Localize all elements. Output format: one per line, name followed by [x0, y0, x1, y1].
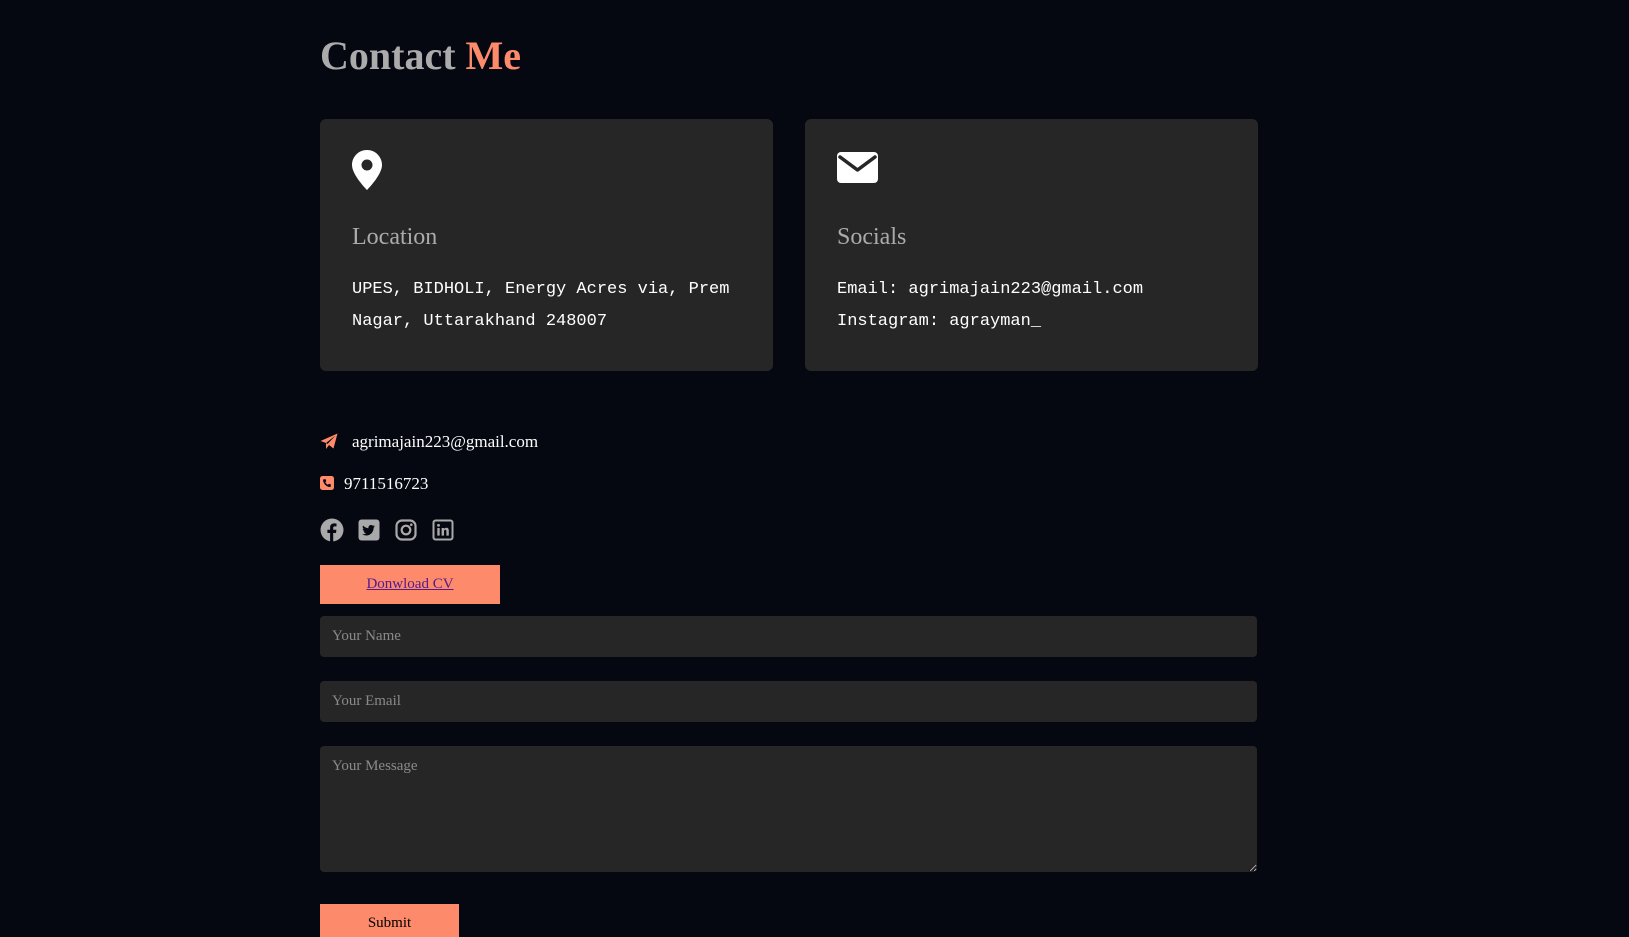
- phone-square-icon: [320, 476, 336, 492]
- page-title: Contact Me: [320, 30, 521, 82]
- title-main: Contact: [320, 33, 456, 78]
- message-textarea[interactable]: [320, 746, 1257, 872]
- socials-instagram-line: Instagram: agrayman_: [837, 312, 1042, 331]
- envelope-icon: [837, 150, 879, 192]
- address-line-2: Nagar, Uttarakhand 248007: [352, 312, 608, 331]
- email-input[interactable]: [320, 681, 1257, 722]
- contact-phone[interactable]: 9711516723: [344, 474, 428, 494]
- linkedin-icon[interactable]: [431, 518, 455, 542]
- contact-email[interactable]: agrimajain223@gmail.com: [352, 432, 538, 452]
- paper-plane-icon: [320, 433, 338, 451]
- contact-email-row: agrimajain223@gmail.com: [320, 432, 538, 452]
- address-line-1: UPES, BIDHOLI, Energy Acres via, Prem: [352, 280, 730, 299]
- title-accent: Me: [465, 33, 522, 78]
- socials-title: Socials: [837, 224, 907, 250]
- socials-email-line: Email: agrimajain223@gmail.com: [837, 280, 1144, 299]
- socials-details: Email: agrimajain223@gmail.com Instagram…: [837, 274, 1222, 338]
- submit-button[interactable]: Submit: [320, 904, 459, 937]
- social-links: [320, 518, 455, 542]
- location-address: UPES, BIDHOLI, Energy Acres via, Prem Na…: [352, 274, 737, 338]
- facebook-icon[interactable]: [320, 518, 344, 542]
- location-card: Location UPES, BIDHOLI, Energy Acres via…: [320, 119, 773, 371]
- contact-phone-row: 9711516723: [320, 474, 428, 494]
- socials-card: Socials Email: agrimajain223@gmail.com I…: [805, 119, 1258, 371]
- name-input[interactable]: [320, 616, 1257, 657]
- download-cv-button[interactable]: Donwload CV: [320, 565, 500, 604]
- twitter-icon[interactable]: [357, 518, 381, 542]
- contact-page: Contact Me Location UPES, BIDHOLI, Energ…: [0, 0, 1629, 937]
- map-pin-icon: [352, 150, 394, 192]
- location-title: Location: [352, 224, 438, 250]
- instagram-icon[interactable]: [394, 518, 418, 542]
